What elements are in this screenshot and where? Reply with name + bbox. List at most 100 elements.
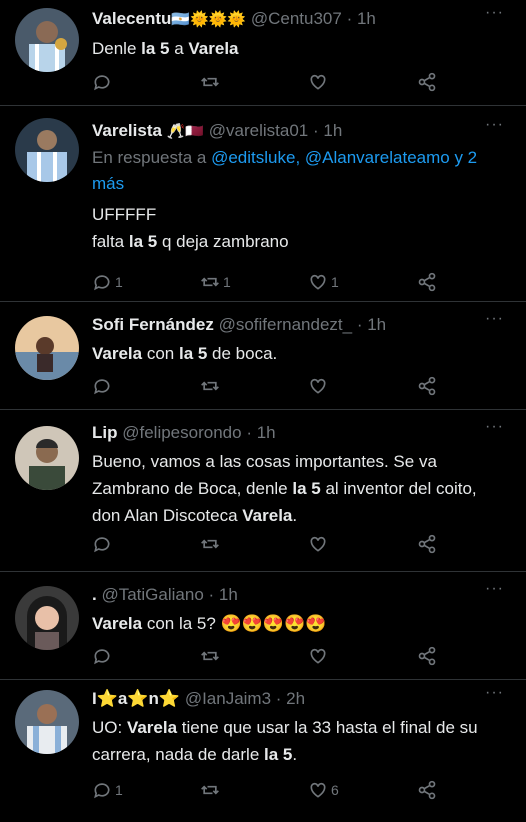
like-icon	[310, 782, 326, 798]
more-icon[interactable]: ···	[485, 4, 504, 22]
share-icon	[418, 780, 436, 800]
like-icon	[310, 74, 326, 90]
more-icon[interactable]: ···	[485, 116, 504, 134]
like-button[interactable]: 6	[308, 778, 339, 802]
like-icon	[310, 648, 326, 664]
share-button[interactable]	[417, 778, 437, 802]
share-icon	[418, 534, 436, 554]
handle[interactable]: @Centu307	[251, 9, 342, 28]
share-button[interactable]	[417, 270, 437, 294]
tweet-actions: 1 6	[92, 778, 446, 804]
reply-icon	[94, 75, 110, 91]
heart-eyes-emojis: 😍😍😍😍😍	[220, 614, 327, 633]
like-button[interactable]	[308, 532, 331, 556]
like-icon	[310, 274, 326, 290]
tweet[interactable]: Lip @felipesorondo · 1h Bueno, vamos a l…	[0, 410, 526, 572]
reply-icon	[94, 649, 110, 665]
tweet[interactable]: Valecentu🇦🇷🌞🌞🌞 @Centu307 · 1h Denle la 5…	[0, 0, 526, 106]
retweet-button[interactable]	[200, 532, 223, 556]
timestamp[interactable]: · 1h	[246, 423, 275, 442]
handle[interactable]: @sofifernandezt_	[219, 315, 353, 334]
retweet-button[interactable]	[200, 70, 223, 94]
tweet-header: I⭐a⭐n⭐ @IanJaim3 · 2h	[92, 688, 506, 710]
reply-button[interactable]: 1	[92, 270, 123, 294]
share-icon	[418, 376, 436, 396]
tweet-text: Varela con la 5 de boca.	[92, 344, 278, 363]
avatar[interactable]	[15, 316, 79, 380]
like-button[interactable]	[308, 70, 331, 94]
reply-icon	[94, 379, 110, 395]
retweet-icon	[201, 539, 219, 549]
avatar[interactable]	[15, 586, 79, 650]
reply-button[interactable]: 1	[92, 778, 123, 802]
handle[interactable]: @TatiGaliano	[101, 585, 203, 604]
like-button[interactable]: 1	[308, 270, 339, 294]
reply-button[interactable]	[92, 532, 115, 556]
tweet-text: UFFFFF falta la 5 q deja zambrano	[92, 205, 289, 251]
retweet-button[interactable]	[200, 374, 223, 398]
display-name[interactable]: .	[92, 585, 97, 604]
tweet[interactable]: Sofi Fernández @sofifernandezt_ · 1h Var…	[0, 302, 526, 410]
timestamp[interactable]: · 2h	[276, 689, 305, 708]
tweet-text: Varela con la 5? 😍😍😍😍😍	[92, 614, 327, 633]
reply-button[interactable]	[92, 374, 115, 398]
like-button[interactable]	[308, 644, 331, 668]
tweet-header: . @TatiGaliano · 1h	[92, 584, 506, 606]
retweet-icon	[201, 785, 219, 795]
timestamp[interactable]: · 1h	[357, 315, 386, 334]
tweet-actions	[92, 70, 446, 96]
reply-icon	[94, 783, 110, 799]
more-icon[interactable]: ···	[485, 310, 504, 328]
handle[interactable]: @felipesorondo	[122, 423, 241, 442]
display-name[interactable]: Lip	[92, 423, 118, 442]
tweet[interactable]: Varelista 🥂🇶🇦 @varelista01 · 1h En respu…	[0, 106, 526, 302]
display-name[interactable]: Sofi Fernández	[92, 315, 214, 334]
timestamp[interactable]: · 1h	[313, 121, 342, 140]
name-emojis: 🥂🇶🇦	[166, 123, 205, 140]
reply-button[interactable]	[92, 70, 115, 94]
share-button[interactable]	[417, 70, 437, 94]
tweet-text: Denle la 5 a Varela	[92, 39, 239, 58]
tweet-header: Sofi Fernández @sofifernandezt_ · 1h	[92, 314, 506, 336]
retweet-button[interactable]	[200, 778, 223, 802]
display-name[interactable]: I⭐a⭐n⭐	[92, 689, 180, 708]
tweet-actions	[92, 532, 446, 558]
reply-icon	[94, 537, 110, 553]
share-button[interactable]	[417, 644, 437, 668]
retweet-icon	[201, 277, 219, 287]
like-icon	[310, 378, 326, 394]
share-icon	[418, 646, 436, 666]
avatar[interactable]	[15, 8, 79, 72]
more-icon[interactable]: ···	[485, 684, 504, 702]
display-name[interactable]: Varelista	[92, 121, 162, 140]
share-icon	[418, 272, 436, 292]
tweet-header: Varelista 🥂🇶🇦 @varelista01 · 1h	[92, 120, 506, 143]
timestamp[interactable]: · 1h	[347, 9, 376, 28]
tweet-actions	[92, 374, 446, 400]
tweet[interactable]: I⭐a⭐n⭐ @IanJaim3 · 2h UO: Varela tiene q…	[0, 680, 526, 822]
timestamp[interactable]: · 1h	[209, 585, 238, 604]
avatar[interactable]	[15, 690, 79, 754]
more-icon[interactable]: ···	[485, 580, 504, 598]
reply-context: En respuesta a @editsluke, @Alanvarelate…	[92, 148, 478, 193]
handle[interactable]: @varelista01	[209, 121, 308, 140]
more-icon[interactable]: ···	[485, 418, 504, 436]
share-icon	[418, 72, 436, 92]
retweet-button[interactable]	[200, 644, 223, 668]
retweet-icon	[201, 381, 219, 391]
reply-icon	[94, 275, 110, 291]
tweet[interactable]: . @TatiGaliano · 1h Varela con la 5? 😍😍😍…	[0, 572, 526, 680]
tweet-text: Bueno, vamos a las cosas importantes. Se…	[92, 452, 477, 525]
avatar[interactable]	[15, 426, 79, 490]
display-name[interactable]: Valecentu	[92, 9, 171, 28]
share-button[interactable]	[417, 532, 437, 556]
tweet-actions	[92, 644, 446, 670]
like-button[interactable]	[308, 374, 331, 398]
share-button[interactable]	[417, 374, 437, 398]
avatar[interactable]	[15, 118, 79, 182]
retweet-button[interactable]: 1	[200, 270, 231, 294]
reply-button[interactable]	[92, 644, 115, 668]
handle[interactable]: @IanJaim3	[185, 689, 271, 708]
retweet-icon	[201, 651, 219, 661]
name-emojis: 🇦🇷🌞🌞🌞	[171, 11, 247, 28]
